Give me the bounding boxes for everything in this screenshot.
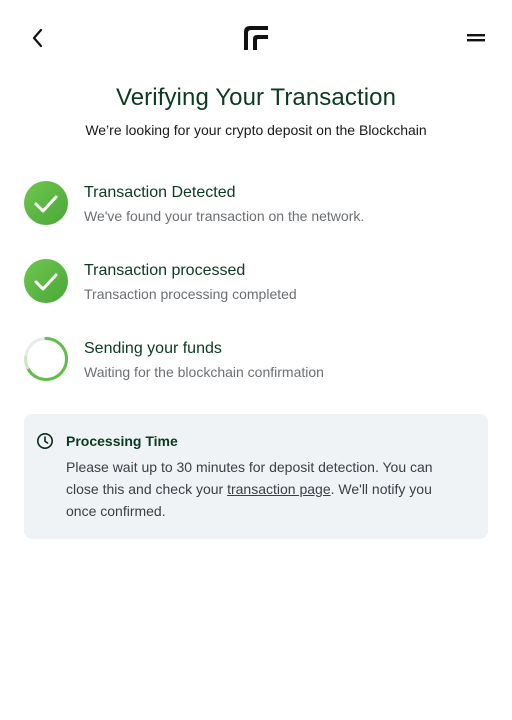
step-description: Transaction processing completed [84, 286, 297, 302]
back-button[interactable] [24, 24, 52, 52]
step-title: Sending your funds [84, 340, 222, 357]
menu-icon [467, 34, 485, 42]
transaction-page-link[interactable]: transaction page [227, 481, 331, 497]
step-sending-funds: Sending your funds Waiting for the block… [24, 337, 488, 387]
page-subtitle: We’re looking for your crypto deposit on… [85, 122, 427, 138]
notice-text: Please wait up to 30 minutes for deposit… [66, 456, 466, 522]
check-circle-icon [24, 181, 68, 225]
step-transaction-processed: Transaction processed Transaction proces… [24, 259, 488, 309]
step-title: Transaction processed [84, 262, 246, 279]
step-transaction-detected: Transaction Detected We've found your tr… [24, 181, 488, 231]
notice-title: Processing Time [66, 433, 178, 449]
step-description: We've found your transaction on the netw… [84, 208, 365, 224]
page-title: Verifying Your Transaction [115, 84, 397, 111]
spinner-icon [24, 337, 69, 381]
clock-icon [36, 432, 54, 450]
brand-logo-icon [243, 25, 269, 51]
step-title: Transaction Detected [84, 184, 236, 201]
step-description: Waiting for the blockchain confirmation [84, 364, 324, 380]
menu-button[interactable] [462, 24, 490, 52]
chevron-left-icon [32, 28, 43, 48]
check-circle-icon [24, 259, 68, 303]
top-bar [0, 0, 512, 76]
processing-time-notice: Processing Time Please wait up to 30 min… [24, 414, 488, 539]
